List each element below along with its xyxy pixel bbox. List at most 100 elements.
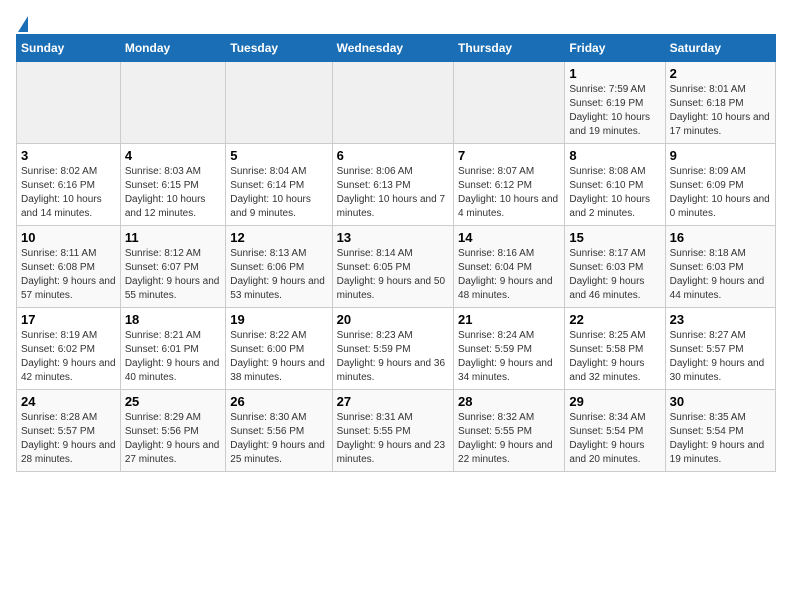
day-number: 3: [21, 148, 116, 163]
calendar-table: SundayMondayTuesdayWednesdayThursdayFrid…: [16, 34, 776, 472]
calendar-week-row: 17 Sunrise: 8:19 AM Sunset: 6:02 PM Dayli…: [17, 308, 776, 390]
calendar-cell: 17 Sunrise: 8:19 AM Sunset: 6:02 PM Dayli…: [17, 308, 121, 390]
day-number: 18: [125, 312, 221, 327]
day-info: Sunrise: 8:04 AM Sunset: 6:14 PM Dayligh…: [230, 165, 327, 221]
calendar-cell: 23 Sunrise: 8:27 AM Sunset: 5:57 PM Dayli…: [665, 308, 775, 390]
day-info: Sunrise: 8:35 AM Sunset: 5:54 PM Dayligh…: [670, 411, 771, 467]
calendar-cell: 30 Sunrise: 8:35 AM Sunset: 5:54 PM Dayli…: [665, 390, 775, 472]
calendar-cell: 13 Sunrise: 8:14 AM Sunset: 6:05 PM Dayli…: [332, 226, 453, 308]
calendar-cell: 27Sunrise: 8:31 AM Sunset: 5:55 PM Dayli…: [332, 390, 453, 472]
calendar-cell: 26Sunrise: 8:30 AM Sunset: 5:56 PM Dayli…: [226, 390, 332, 472]
calendar-cell: 22 Sunrise: 8:25 AM Sunset: 5:58 PM Dayli…: [565, 308, 665, 390]
day-info: Sunrise: 8:09 AM Sunset: 6:09 PM Dayligh…: [670, 165, 771, 221]
day-number: 5: [230, 148, 327, 163]
calendar-cell: 3 Sunrise: 8:02 AM Sunset: 6:16 PM Daylig…: [17, 144, 121, 226]
day-number: 4: [125, 148, 221, 163]
calendar-cell: 5 Sunrise: 8:04 AM Sunset: 6:14 PM Daylig…: [226, 144, 332, 226]
logo-triangle-icon: [18, 16, 28, 32]
calendar-cell: 11Sunrise: 8:12 AM Sunset: 6:07 PM Dayli…: [120, 226, 225, 308]
day-of-week-header: Friday: [565, 35, 665, 62]
calendar-cell: 21 Sunrise: 8:24 AM Sunset: 5:59 PM Dayli…: [454, 308, 565, 390]
day-number: 7: [458, 148, 560, 163]
logo: [16, 16, 28, 26]
day-of-week-header: Wednesday: [332, 35, 453, 62]
day-info: Sunrise: 8:22 AM Sunset: 6:00 PM Dayligh…: [230, 329, 327, 385]
day-info: Sunrise: 8:14 AM Sunset: 6:05 PM Dayligh…: [337, 247, 449, 303]
calendar-cell: 19 Sunrise: 8:22 AM Sunset: 6:00 PM Dayli…: [226, 308, 332, 390]
day-info: Sunrise: 8:19 AM Sunset: 6:02 PM Dayligh…: [21, 329, 116, 385]
day-info: Sunrise: 8:29 AM Sunset: 5:56 PM Dayligh…: [125, 411, 221, 467]
calendar-cell: 15 Sunrise: 8:17 AM Sunset: 6:03 PM Dayli…: [565, 226, 665, 308]
day-number: 10: [21, 230, 116, 245]
day-info: Sunrise: 8:02 AM Sunset: 6:16 PM Dayligh…: [21, 165, 116, 221]
day-number: 19: [230, 312, 327, 327]
day-info: Sunrise: 8:28 AM Sunset: 5:57 PM Dayligh…: [21, 411, 116, 467]
day-number: 23: [670, 312, 771, 327]
calendar-week-row: 10 Sunrise: 8:11 AM Sunset: 6:08 PM Dayli…: [17, 226, 776, 308]
day-info: Sunrise: 8:08 AM Sunset: 6:10 PM Dayligh…: [569, 165, 660, 221]
day-info: Sunrise: 8:12 AM Sunset: 6:07 PM Dayligh…: [125, 247, 221, 303]
calendar-cell: 7Sunrise: 8:07 AM Sunset: 6:12 PM Daylig…: [454, 144, 565, 226]
day-number: 14: [458, 230, 560, 245]
calendar-cell: 29Sunrise: 8:34 AM Sunset: 5:54 PM Dayli…: [565, 390, 665, 472]
day-info: Sunrise: 8:25 AM Sunset: 5:58 PM Dayligh…: [569, 329, 660, 385]
day-info: Sunrise: 8:18 AM Sunset: 6:03 PM Dayligh…: [670, 247, 771, 303]
day-info: Sunrise: 8:27 AM Sunset: 5:57 PM Dayligh…: [670, 329, 771, 385]
calendar-cell: [454, 62, 565, 144]
calendar-cell: 10 Sunrise: 8:11 AM Sunset: 6:08 PM Dayli…: [17, 226, 121, 308]
calendar-cell: 18 Sunrise: 8:21 AM Sunset: 6:01 PM Dayli…: [120, 308, 225, 390]
day-of-week-header: Sunday: [17, 35, 121, 62]
calendar-cell: 9 Sunrise: 8:09 AM Sunset: 6:09 PM Daylig…: [665, 144, 775, 226]
calendar-week-row: 24Sunrise: 8:28 AM Sunset: 5:57 PM Dayli…: [17, 390, 776, 472]
day-of-week-header: Saturday: [665, 35, 775, 62]
calendar-body: 1 Sunrise: 7:59 AM Sunset: 6:19 PM Daylig…: [17, 62, 776, 472]
day-info: Sunrise: 8:17 AM Sunset: 6:03 PM Dayligh…: [569, 247, 660, 303]
day-number: 13: [337, 230, 449, 245]
calendar-cell: 25 Sunrise: 8:29 AM Sunset: 5:56 PM Dayli…: [120, 390, 225, 472]
calendar-cell: 24Sunrise: 8:28 AM Sunset: 5:57 PM Dayli…: [17, 390, 121, 472]
day-number: 30: [670, 394, 771, 409]
day-number: 22: [569, 312, 660, 327]
day-number: 2: [670, 66, 771, 81]
day-number: 12: [230, 230, 327, 245]
day-number: 17: [21, 312, 116, 327]
day-number: 28: [458, 394, 560, 409]
calendar-header: SundayMondayTuesdayWednesdayThursdayFrid…: [17, 35, 776, 62]
calendar-cell: 12 Sunrise: 8:13 AM Sunset: 6:06 PM Dayli…: [226, 226, 332, 308]
day-info: Sunrise: 8:32 AM Sunset: 5:55 PM Dayligh…: [458, 411, 560, 467]
calendar-cell: [17, 62, 121, 144]
calendar-cell: 16 Sunrise: 8:18 AM Sunset: 6:03 PM Dayli…: [665, 226, 775, 308]
day-info: Sunrise: 8:16 AM Sunset: 6:04 PM Dayligh…: [458, 247, 560, 303]
day-info: Sunrise: 7:59 AM Sunset: 6:19 PM Dayligh…: [569, 83, 660, 139]
days-of-week-row: SundayMondayTuesdayWednesdayThursdayFrid…: [17, 35, 776, 62]
calendar-cell: 8 Sunrise: 8:08 AM Sunset: 6:10 PM Daylig…: [565, 144, 665, 226]
day-of-week-header: Thursday: [454, 35, 565, 62]
calendar-week-row: 1 Sunrise: 7:59 AM Sunset: 6:19 PM Daylig…: [17, 62, 776, 144]
calendar-cell: 28 Sunrise: 8:32 AM Sunset: 5:55 PM Dayli…: [454, 390, 565, 472]
day-info: Sunrise: 8:11 AM Sunset: 6:08 PM Dayligh…: [21, 247, 116, 303]
day-info: Sunrise: 8:31 AM Sunset: 5:55 PM Dayligh…: [337, 411, 449, 467]
calendar-cell: [332, 62, 453, 144]
day-number: 1: [569, 66, 660, 81]
day-number: 15: [569, 230, 660, 245]
day-number: 9: [670, 148, 771, 163]
calendar-cell: 1 Sunrise: 7:59 AM Sunset: 6:19 PM Daylig…: [565, 62, 665, 144]
day-info: Sunrise: 8:21 AM Sunset: 6:01 PM Dayligh…: [125, 329, 221, 385]
day-number: 25: [125, 394, 221, 409]
calendar-cell: [120, 62, 225, 144]
page-header: [16, 16, 776, 26]
day-info: Sunrise: 8:34 AM Sunset: 5:54 PM Dayligh…: [569, 411, 660, 467]
day-info: Sunrise: 8:24 AM Sunset: 5:59 PM Dayligh…: [458, 329, 560, 385]
day-of-week-header: Monday: [120, 35, 225, 62]
day-info: Sunrise: 8:13 AM Sunset: 6:06 PM Dayligh…: [230, 247, 327, 303]
calendar-cell: [226, 62, 332, 144]
day-of-week-header: Tuesday: [226, 35, 332, 62]
day-number: 21: [458, 312, 560, 327]
day-number: 16: [670, 230, 771, 245]
calendar-cell: 14 Sunrise: 8:16 AM Sunset: 6:04 PM Dayli…: [454, 226, 565, 308]
day-info: Sunrise: 8:01 AM Sunset: 6:18 PM Dayligh…: [670, 83, 771, 139]
day-info: Sunrise: 8:23 AM Sunset: 5:59 PM Dayligh…: [337, 329, 449, 385]
day-number: 26: [230, 394, 327, 409]
day-number: 8: [569, 148, 660, 163]
calendar-cell: 20Sunrise: 8:23 AM Sunset: 5:59 PM Dayli…: [332, 308, 453, 390]
